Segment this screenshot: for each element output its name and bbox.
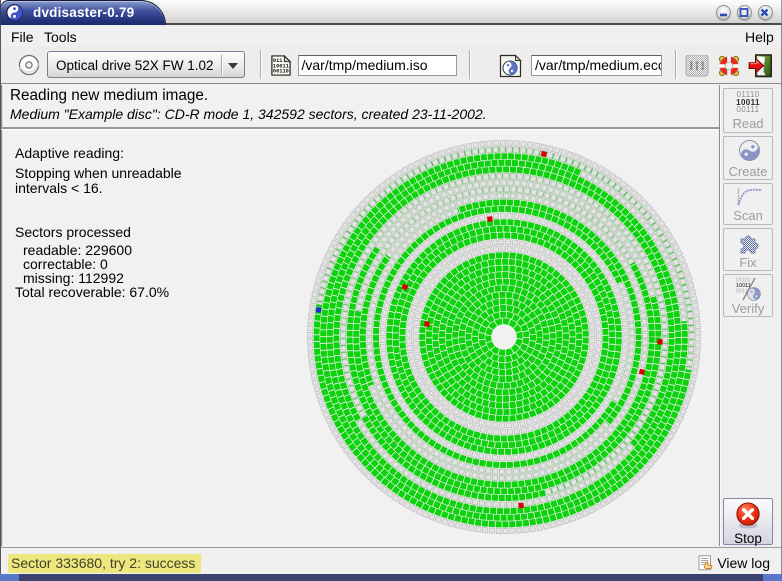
svg-text:00110: 00110 <box>273 69 289 75</box>
